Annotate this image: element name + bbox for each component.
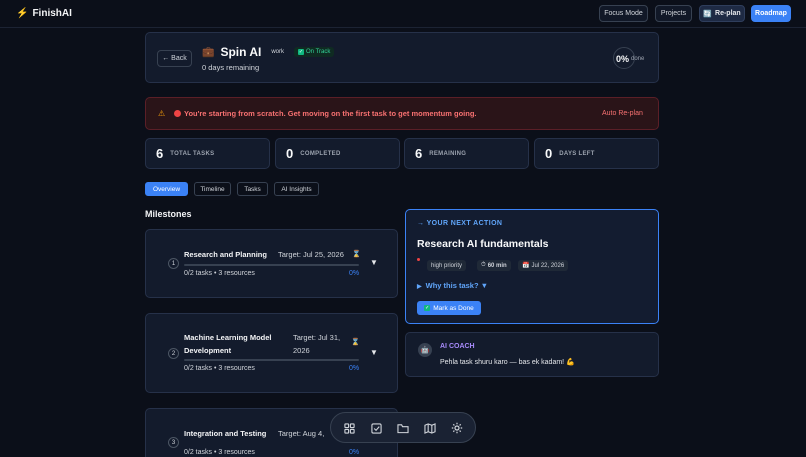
focus-mode-button[interactable]: Focus Mode <box>599 5 648 22</box>
milestone-percent: 0% <box>349 365 360 372</box>
stat-value: 6 <box>156 146 164 161</box>
milestone-number: 1 <box>168 258 179 269</box>
milestone-percent: 0% <box>349 449 360 456</box>
stat-days-left: 0 DAYS LEFT <box>534 138 659 169</box>
warning-icon: ⚠ <box>158 109 166 118</box>
project-title-row: 💼 Spin AI work ✓ On Track <box>202 45 335 59</box>
brand-logo[interactable]: ⚡ FinishAI <box>16 8 72 19</box>
next-action-card: → YOUR NEXT ACTION Research AI fundament… <box>405 209 659 324</box>
triangle-right-icon: ▶ <box>417 284 422 290</box>
tab-timeline[interactable]: Timeline <box>194 182 231 196</box>
lightning-bolt-icon: ⚡ <box>16 8 29 19</box>
briefcase-icon: 💼 <box>202 46 215 58</box>
back-button[interactable]: ← Back <box>157 50 192 67</box>
hourglass-icon: ⌛ <box>351 339 360 346</box>
duration-chip: ⏱ 60 min <box>477 260 511 271</box>
project-header: ← Back 💼 Spin AI work ✓ On Track 0 days … <box>145 32 659 83</box>
why-this-task-toggle[interactable]: ▶ Why this task? ▼ <box>417 281 488 290</box>
days-remaining: 0 days remaining <box>202 63 260 72</box>
red-circle-icon <box>174 110 181 117</box>
milestone-task-count: 0/2 tasks • 3 resources <box>184 449 255 456</box>
replan-button[interactable]: 🔄 Re-plan <box>699 5 745 22</box>
milestone-percent: 0% <box>349 270 360 277</box>
settings-gear-icon[interactable] <box>450 421 464 435</box>
milestones-heading: Milestones <box>145 209 192 219</box>
check-icon: ✓ <box>424 305 431 311</box>
tasks-check-icon[interactable] <box>369 421 383 435</box>
milestone-title: Research and Planning <box>184 250 267 259</box>
stat-remaining: 6 REMAINING <box>404 138 529 169</box>
progress-label: done <box>631 56 645 62</box>
stat-value: 0 <box>545 146 553 161</box>
calendar-icon: 📅 <box>522 263 530 269</box>
milestone-title: Machine Learning Model Development <box>184 333 272 355</box>
date-label: Jul 22, 2026 <box>531 262 565 269</box>
milestone-title: Integration and Testing <box>184 429 267 438</box>
floating-dock <box>330 412 476 443</box>
stat-label: DAYS LEFT <box>559 150 595 157</box>
next-action-title: Research AI fundamentals <box>417 238 549 250</box>
coach-avatar-icon: 🤖 <box>418 343 432 357</box>
milestone-progress-bar <box>184 264 359 266</box>
milestone-target: Target: Aug 4, <box>278 429 325 438</box>
chevron-down-icon[interactable]: ▼ <box>370 348 378 357</box>
stat-label: REMAINING <box>429 150 467 157</box>
coach-message: Pehla task shuru karo — bas ek kadam! 💪 <box>440 359 575 366</box>
stat-total-tasks: 6 TOTAL TASKS <box>145 138 270 169</box>
priority-dot <box>417 258 420 261</box>
mark-as-done-button[interactable]: ✓ Mark as Done <box>417 301 481 315</box>
grid-icon[interactable] <box>342 421 356 435</box>
projects-button[interactable]: Projects <box>655 5 692 22</box>
clock-icon: ⏱ <box>481 262 486 268</box>
hourglass-icon: ⌛ <box>352 251 361 258</box>
replan-label: Re-plan <box>715 10 741 17</box>
progress-percent: 0% <box>616 54 630 64</box>
tab-tasks[interactable]: Tasks <box>237 182 268 196</box>
chevron-down-icon[interactable]: ▼ <box>370 258 378 267</box>
check-icon: ✓ <box>298 49 305 55</box>
duration-label: 60 min <box>487 262 507 269</box>
milestone-task-count: 0/2 tasks • 3 resources <box>184 270 255 277</box>
why-label: Why this task? ▼ <box>425 281 489 290</box>
category-tag: work <box>271 49 285 55</box>
top-nav: ⚡ FinishAI Focus Mode Projects 🔄 Re-plan… <box>0 0 806 28</box>
milestone-card[interactable]: 2 Machine Learning Model Development Tar… <box>145 313 398 393</box>
stat-value: 6 <box>415 146 423 161</box>
status-label: On Track <box>306 49 331 55</box>
tab-ai-insights[interactable]: AI Insights <box>274 182 319 196</box>
auto-replan-link[interactable]: Auto Re-plan <box>602 110 643 117</box>
status-badge: ✓ On Track <box>294 47 335 57</box>
ai-coach-label: AI COACH <box>440 343 475 350</box>
alert-message: You're starting from scratch. Get moving… <box>184 109 477 118</box>
milestone-card[interactable]: 1 Research and Planning Target: Jul 25, … <box>145 229 398 298</box>
brand-name: FinishAI <box>32 8 72 19</box>
map-icon[interactable] <box>423 421 437 435</box>
folder-icon[interactable] <box>396 421 410 435</box>
milestone-number: 2 <box>168 348 179 359</box>
project-name: Spin AI <box>220 45 262 59</box>
mark-done-label: Mark as Done <box>433 304 474 312</box>
roadmap-button[interactable]: Roadmap <box>751 5 791 22</box>
milestone-target: Target: Jul 25, 2026 <box>278 250 344 259</box>
date-chip: 📅 Jul 22, 2026 <box>518 260 569 271</box>
stat-label: TOTAL TASKS <box>170 150 215 157</box>
replan-icon: 🔄 <box>703 10 713 18</box>
milestone-task-count: 0/2 tasks • 3 resources <box>184 365 255 372</box>
priority-chip: high priority <box>427 260 467 271</box>
ai-coach-card: 🤖 AI COACH Pehla task shuru karo — bas e… <box>405 332 659 377</box>
stat-label: COMPLETED <box>300 150 341 157</box>
stat-value: 0 <box>286 146 294 161</box>
next-action-label: → YOUR NEXT ACTION <box>417 220 503 227</box>
stat-completed: 0 COMPLETED <box>275 138 400 169</box>
milestone-number: 3 <box>168 437 179 448</box>
milestone-progress-bar <box>184 359 359 361</box>
tab-overview[interactable]: Overview <box>145 182 188 196</box>
alert-banner: ⚠ You're starting from scratch. Get movi… <box>145 97 659 130</box>
milestone-target: Target: Jul 31, 2026 <box>293 333 341 355</box>
